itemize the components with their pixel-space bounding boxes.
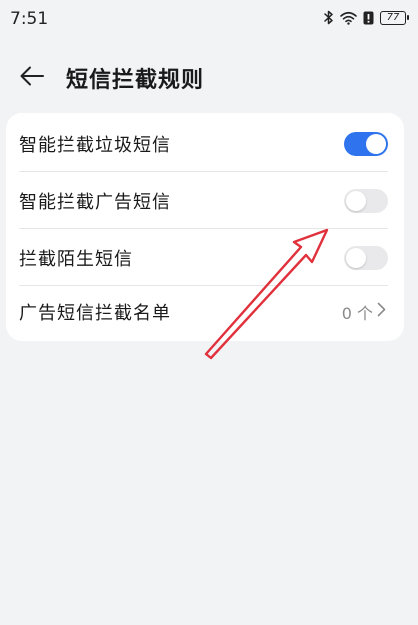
settings-card: 智能拦截垃圾短信 智能拦截广告短信 拦截陌生短信 广告短信拦截名单 0 个 (6, 113, 404, 341)
setting-row-spam-filter[interactable]: 智能拦截垃圾短信 (6, 115, 404, 172)
stranger-filter-toggle[interactable] (344, 245, 388, 270)
arrow-left-icon (19, 65, 45, 91)
blocklist-count-value: 0 个 (341, 303, 373, 323)
toggle-knob (346, 190, 366, 211)
toggle-knob (366, 133, 386, 154)
battery-icon: 77 (380, 10, 409, 25)
header: 短信拦截规则 (0, 52, 418, 102)
status-time: 7:51 (10, 9, 49, 29)
setting-label: 广告短信拦截名单 (19, 302, 171, 324)
setting-row-ad-blocklist[interactable]: 广告短信拦截名单 0 个 (6, 283, 404, 340)
page-title: 短信拦截规则 (66, 68, 205, 93)
chevron-right-icon (377, 302, 386, 321)
status-icons: 77 (324, 10, 409, 25)
toggle-knob (346, 247, 366, 268)
back-button[interactable] (14, 60, 50, 96)
setting-label: 拦截陌生短信 (19, 248, 133, 270)
alert-icon (363, 11, 374, 25)
spam-filter-toggle[interactable] (344, 131, 388, 156)
ad-blocklist-count: 0 个 (342, 300, 386, 324)
wifi-icon (340, 11, 357, 25)
status-bar: 7:51 77 (0, 0, 418, 40)
bluetooth-icon (324, 10, 334, 25)
setting-label: 智能拦截广告短信 (19, 191, 171, 213)
setting-row-stranger-filter[interactable]: 拦截陌生短信 (6, 229, 404, 286)
setting-label: 智能拦截垃圾短信 (19, 134, 171, 156)
ad-filter-toggle[interactable] (344, 188, 388, 213)
setting-row-ad-filter[interactable]: 智能拦截广告短信 (6, 172, 404, 229)
battery-level: 77 (386, 11, 400, 23)
